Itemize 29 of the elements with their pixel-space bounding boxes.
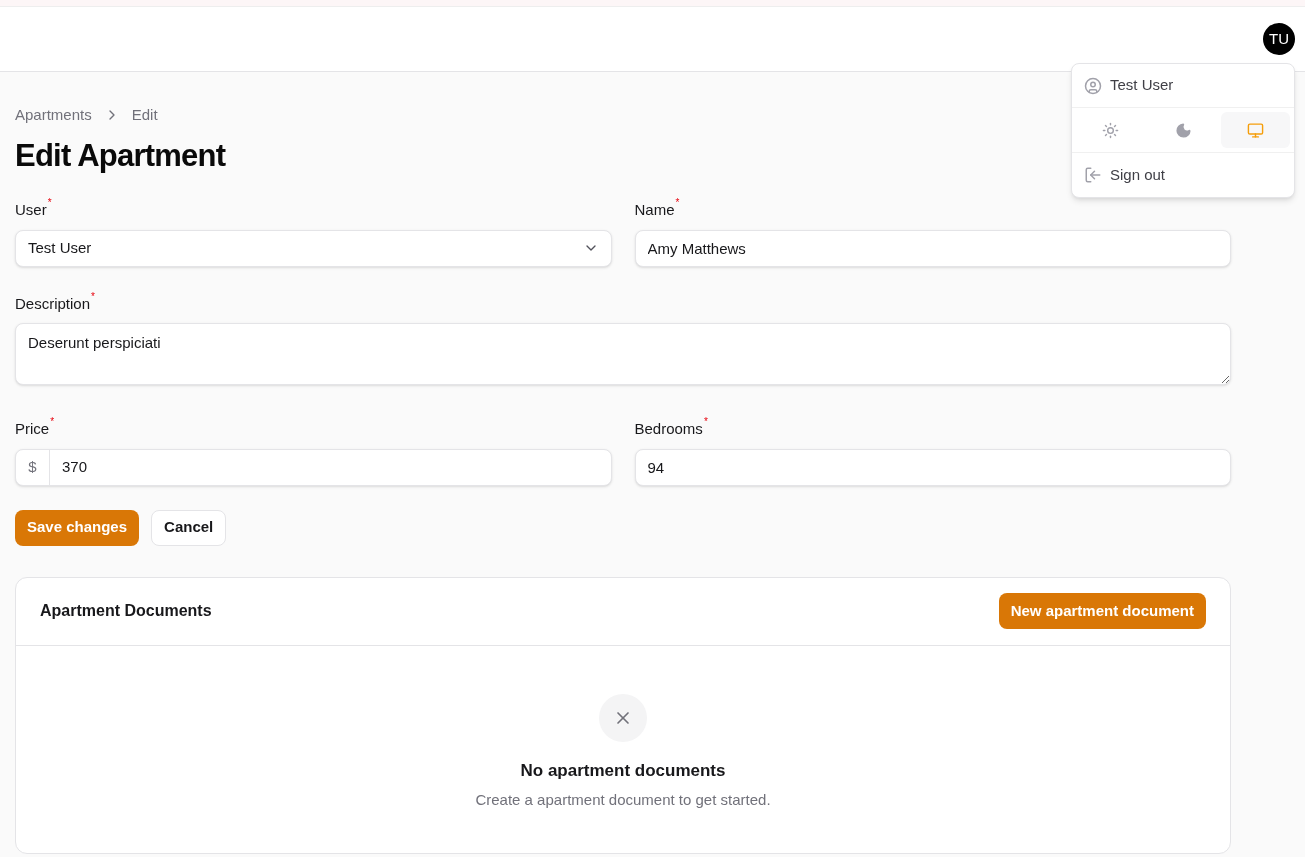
input-field[interactable]: 94 (634, 448, 1231, 486)
field-label: Price (15, 419, 50, 439)
required-mark: * (703, 415, 708, 429)
field-label: User (15, 200, 47, 220)
card-title: Apartment Documents (40, 601, 212, 621)
system-theme-button[interactable] (1221, 112, 1290, 148)
field-label: Name (634, 200, 675, 220)
required-mark: * (50, 415, 55, 429)
page-title: Edit Apartment (15, 136, 226, 175)
sign-out-icon (1084, 166, 1102, 184)
user-icon (1084, 76, 1102, 95)
currency-prefix: $ (16, 449, 50, 485)
breadcrumb-link[interactable]: Apartments (15, 104, 92, 127)
field-label: Description (15, 293, 91, 314)
empty-state-text: Create a apartment document to get started. (475, 790, 771, 810)
menu-user-name: Test User (1110, 75, 1174, 96)
required-mark: * (91, 289, 95, 304)
cancel-button[interactable]: Cancel (151, 509, 227, 546)
input-field[interactable]: Amy Matthews (634, 229, 1231, 267)
price-field[interactable]: $ 370 (15, 448, 612, 486)
avatar-button[interactable]: TU (1263, 23, 1295, 55)
sign-out-item[interactable]: Sign out (1072, 153, 1294, 197)
required-mark: * (47, 196, 52, 210)
field-label: Bedrooms (634, 419, 703, 439)
empty-state-icon (599, 693, 647, 742)
empty-state-title: No apartment documents (520, 759, 726, 782)
description-field[interactable]: Deserunt perspiciati (15, 323, 1231, 385)
user-select[interactable]: Test User (15, 229, 612, 267)
required-mark: * (675, 196, 680, 210)
